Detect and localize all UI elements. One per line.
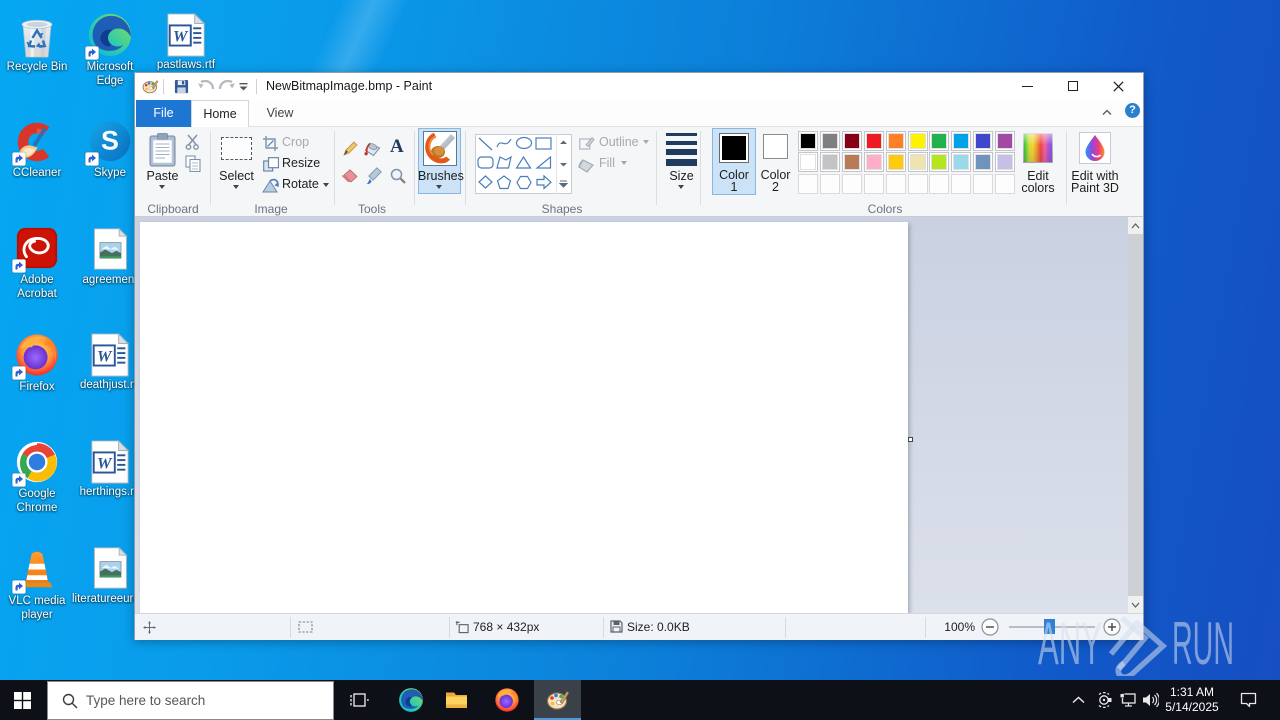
svg-text:S: S (101, 126, 119, 156)
